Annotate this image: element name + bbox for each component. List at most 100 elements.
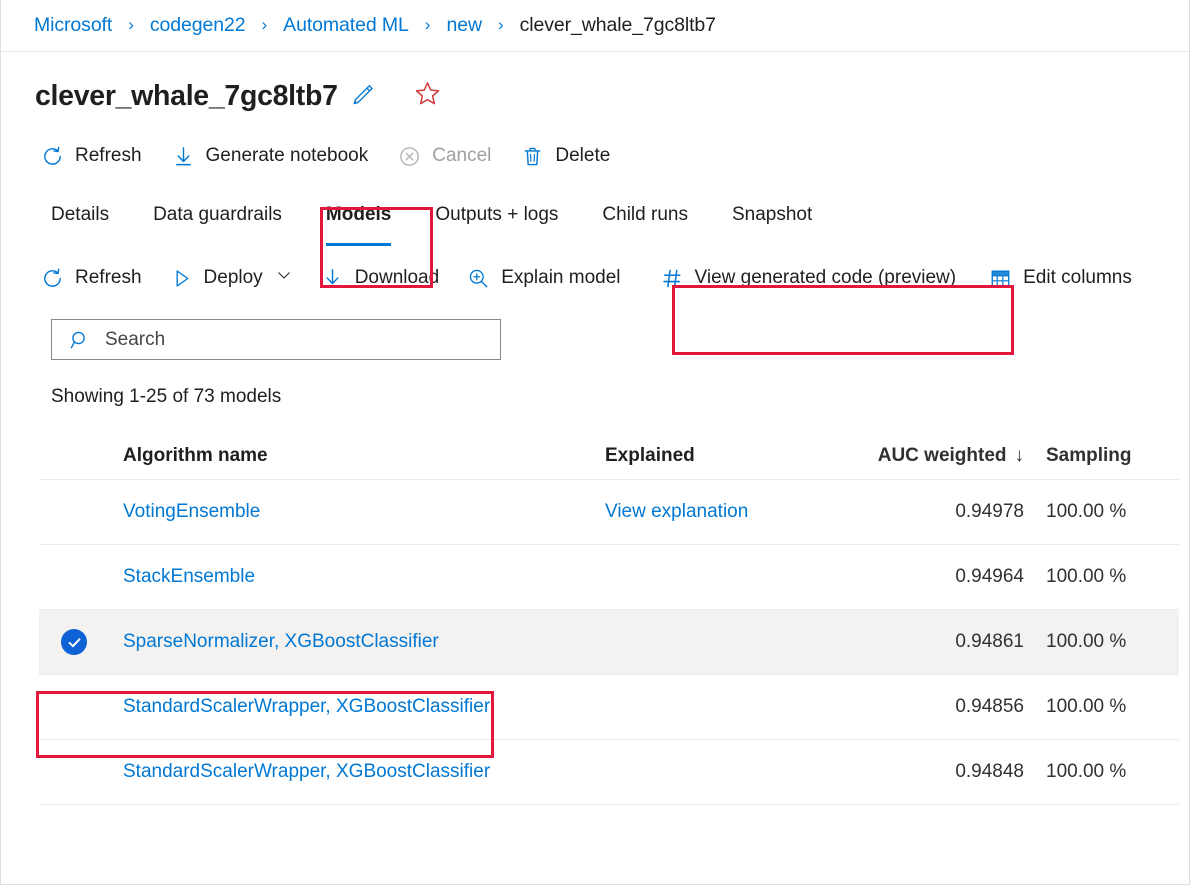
table-header-row: Algorithm name Explained AUC weighted ↓ S… — [39, 432, 1179, 480]
breadcrumb-separator: › — [246, 16, 284, 33]
generate-notebook-label: Generate notebook — [206, 145, 369, 167]
search-box[interactable] — [51, 319, 501, 360]
magnifier-plus-icon — [467, 267, 490, 290]
results-count: Showing 1-25 of 73 models — [1, 386, 1189, 408]
refresh-icon — [41, 145, 64, 168]
trash-icon — [521, 145, 544, 168]
tab-outputs-logs-label: Outputs + logs — [435, 204, 558, 225]
view-generated-code-label: View generated code (preview) — [695, 267, 957, 289]
title-row: clever_whale_7gc8ltb7 — [1, 74, 1189, 118]
models-refresh-button[interactable]: Refresh — [41, 258, 142, 298]
sampling-cell: 100.00 % — [1026, 696, 1176, 718]
table-grid-icon — [989, 267, 1012, 290]
column-header-auc-weighted[interactable]: AUC weighted ↓ — [871, 445, 1026, 467]
tab-models[interactable]: Models — [326, 200, 391, 226]
tab-details-label: Details — [51, 204, 109, 225]
checkmark-icon — [61, 629, 87, 655]
column-header-sampling[interactable]: Sampling — [1026, 445, 1176, 467]
models-table: Algorithm name Explained AUC weighted ↓ S… — [1, 432, 1189, 805]
delete-label: Delete — [555, 145, 610, 167]
deploy-button[interactable]: Deploy — [170, 258, 293, 298]
sampling-cell: 100.00 % — [1026, 566, 1176, 588]
pencil-icon[interactable] — [351, 81, 376, 111]
page-title: clever_whale_7gc8ltb7 — [35, 82, 338, 111]
play-triangle-icon — [170, 267, 193, 290]
deploy-label: Deploy — [204, 267, 263, 289]
auc-weighted-cell: 0.94861 — [871, 631, 1026, 653]
search-area — [1, 319, 1189, 360]
tab-models-label: Models — [326, 204, 391, 225]
cancel-button: Cancel — [398, 136, 491, 176]
sampling-cell: 100.00 % — [1026, 761, 1176, 783]
breadcrumb-item-microsoft[interactable]: Microsoft — [34, 14, 112, 37]
refresh-icon — [41, 267, 64, 290]
refresh-label: Refresh — [75, 145, 142, 167]
tab-outputs-logs[interactable]: Outputs + logs — [435, 200, 558, 226]
view-generated-code-button[interactable]: View generated code (preview) — [661, 258, 957, 298]
tab-child-runs[interactable]: Child runs — [602, 200, 688, 226]
chevron-down-icon[interactable] — [275, 266, 293, 290]
breadcrumb-separator: › — [112, 16, 150, 33]
tab-snapshot[interactable]: Snapshot — [732, 200, 812, 226]
tab-data-guardrails[interactable]: Data guardrails — [153, 200, 282, 226]
explain-model-button[interactable]: Explain model — [467, 258, 620, 298]
tab-bar: Details Data guardrails Models Outputs +… — [1, 200, 1189, 252]
model-name-link[interactable]: SparseNormalizer, XGBoostClassifier — [123, 631, 439, 652]
model-name-link[interactable]: VotingEnsemble — [123, 501, 260, 522]
view-explanation-link[interactable]: View explanation — [605, 501, 748, 522]
auc-weighted-cell: 0.94978 — [871, 501, 1026, 523]
model-name-cell: VotingEnsemble — [123, 501, 605, 523]
breadcrumb-item-automated-ml[interactable]: Automated ML — [283, 14, 409, 37]
tab-snapshot-label: Snapshot — [732, 204, 812, 225]
cancel-circle-icon — [398, 145, 421, 168]
breadcrumb-item-current-run: clever_whale_7gc8ltb7 — [520, 14, 716, 37]
auc-weighted-cell: 0.94856 — [871, 696, 1026, 718]
column-header-explained[interactable]: Explained — [605, 445, 871, 467]
model-name-link[interactable]: StandardScalerWrapper, XGBoostClassifier — [123, 761, 490, 782]
table-row[interactable]: StandardScalerWrapper, XGBoostClassifier… — [39, 675, 1179, 740]
tab-child-runs-label: Child runs — [602, 204, 688, 225]
breadcrumb-separator: › — [482, 16, 520, 33]
model-name-cell: StandardScalerWrapper, XGBoostClassifier — [123, 761, 605, 783]
edit-columns-button[interactable]: Edit columns — [989, 258, 1132, 298]
column-header-algorithm-name[interactable]: Algorithm name — [123, 445, 605, 467]
row-select-cell[interactable] — [39, 629, 123, 655]
hash-icon — [661, 267, 684, 290]
search-icon — [69, 329, 91, 351]
breadcrumb-separator: › — [409, 16, 447, 33]
star-icon[interactable] — [414, 80, 441, 112]
breadcrumb-item-codegen22[interactable]: codegen22 — [150, 14, 246, 37]
breadcrumb-item-new[interactable]: new — [446, 14, 481, 37]
sort-descending-icon: ↓ — [1015, 445, 1025, 466]
auc-weighted-cell: 0.94848 — [871, 761, 1026, 783]
delete-button[interactable]: Delete — [521, 136, 610, 176]
auc-weighted-cell: 0.94964 — [871, 566, 1026, 588]
table-row[interactable]: StandardScalerWrapper, XGBoostClassifier… — [39, 740, 1179, 805]
breadcrumb: Microsoft › codegen22 › Automated ML › n… — [1, 0, 1189, 52]
model-name-link[interactable]: StackEnsemble — [123, 566, 255, 587]
table-row-selected[interactable]: SparseNormalizer, XGBoostClassifier 0.94… — [39, 610, 1179, 675]
model-name-link[interactable]: StandardScalerWrapper, XGBoostClassifier — [123, 696, 490, 717]
download-arrow-icon — [172, 145, 195, 168]
refresh-button[interactable]: Refresh — [41, 136, 142, 176]
sampling-cell: 100.00 % — [1026, 501, 1176, 523]
cancel-label: Cancel — [432, 145, 491, 167]
table-row[interactable]: VotingEnsemble View explanation 0.94978 … — [39, 480, 1179, 545]
download-button[interactable]: Download — [321, 258, 440, 298]
table-row[interactable]: StackEnsemble 0.94964 100.00 % — [39, 545, 1179, 610]
column-header-auc-weighted-label: AUC weighted — [878, 445, 1007, 466]
generate-notebook-button[interactable]: Generate notebook — [172, 136, 369, 176]
explain-model-label: Explain model — [501, 267, 620, 289]
search-input[interactable] — [105, 329, 475, 351]
models-command-bar: Refresh Deploy — [1, 256, 1189, 300]
run-command-bar: Refresh Generate notebook Cancel — [1, 136, 1189, 176]
tab-details[interactable]: Details — [51, 200, 109, 226]
download-arrow-icon — [321, 267, 344, 290]
sampling-cell: 100.00 % — [1026, 631, 1176, 653]
tab-active-underline — [326, 243, 391, 246]
tab-data-guardrails-label: Data guardrails — [153, 204, 282, 225]
model-name-cell: StandardScalerWrapper, XGBoostClassifier — [123, 696, 605, 718]
edit-columns-label: Edit columns — [1023, 267, 1132, 289]
explained-cell: View explanation — [605, 501, 871, 523]
azure-ml-run-page: Microsoft › codegen22 › Automated ML › n… — [0, 0, 1190, 885]
